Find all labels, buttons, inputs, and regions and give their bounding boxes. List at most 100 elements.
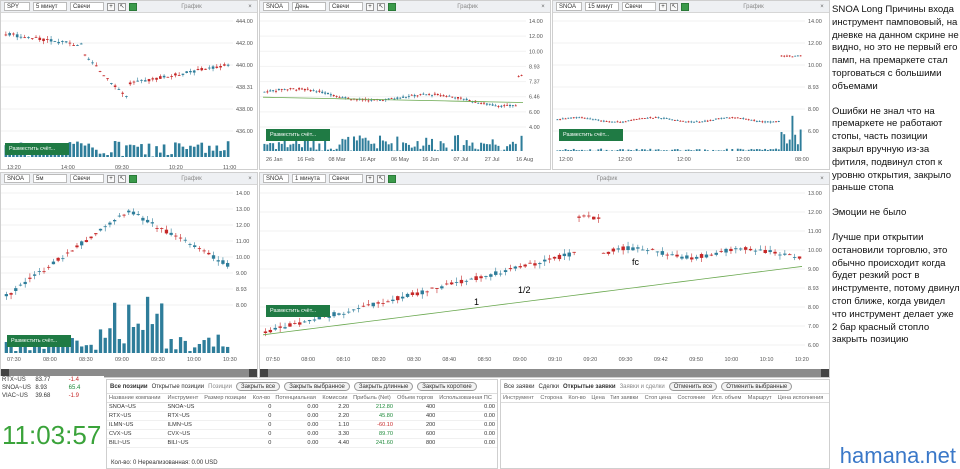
volume-bar xyxy=(295,140,298,151)
column-header[interactable]: Название компании xyxy=(107,394,166,403)
chart-type-select[interactable]: Свечи xyxy=(329,2,363,11)
notes-emotions: Эмоции не было xyxy=(832,207,907,219)
crosshair-icon[interactable]: + xyxy=(659,2,667,11)
column-header[interactable]: Состояние xyxy=(675,394,710,403)
close-icon[interactable]: × xyxy=(539,3,547,11)
draw-tool-icon[interactable] xyxy=(129,2,137,11)
position-row[interactable]: RTX~US RTX~US 0 0.00 2.20 45.80 400 0.00 xyxy=(107,411,497,421)
m1-chart-canvas[interactable]: 13.00 12.00 11.00 10.00 9.00 8.93 8.00 7.00 6.00… xyxy=(260,185,830,378)
tab-positions[interactable]: Позиции xyxy=(208,384,232,390)
candle-body xyxy=(583,117,586,119)
column-header[interactable]: Цена xyxy=(589,394,609,403)
column-header[interactable]: Тип заявки xyxy=(608,394,643,403)
column-header[interactable]: Размер позиции xyxy=(202,394,251,403)
chart-type-select[interactable]: Свечи xyxy=(70,2,104,11)
position-row[interactable]: CVX~US CVX~US 0 0.00 3.30 89.70 600 0.00 xyxy=(107,429,497,439)
candle-body xyxy=(624,121,627,123)
symbol-field[interactable]: SNOA xyxy=(263,174,289,183)
candle-body xyxy=(268,329,273,333)
cancel-selected-button[interactable]: Отменить выбранные xyxy=(721,382,793,391)
candle-body xyxy=(503,270,508,273)
draw-tool-icon[interactable] xyxy=(681,2,689,11)
tab-open-positions[interactable]: Открытые позиции xyxy=(152,384,205,390)
crosshair-icon[interactable]: + xyxy=(107,174,115,183)
crosshair-icon[interactable]: + xyxy=(107,2,115,11)
symbol-field[interactable]: SNOA xyxy=(263,2,289,11)
tab-all-orders[interactable]: Все заявки xyxy=(504,384,535,390)
volume-bar xyxy=(162,144,166,157)
cursor-icon[interactable]: ↖ xyxy=(118,174,126,183)
position-row[interactable]: BILI~US BILI~US 0 0.00 4.40 241.60 800 0.00 xyxy=(107,438,497,448)
m15-chart-canvas[interactable]: 14.00 12.00 10.00 8.93 8.00 6.00 12:00 12:00 12:… xyxy=(553,13,830,170)
daily-chart-canvas[interactable]: 14.00 12.00 10.00 8.93 7.37 6.46 6.00 4.00 26 Ja… xyxy=(260,13,551,170)
draw-tool-icon[interactable] xyxy=(129,174,137,183)
column-header[interactable]: Потенциальная xyxy=(273,394,321,403)
tab-open-orders[interactable]: Открытые заявки xyxy=(563,384,616,390)
column-header[interactable]: Комиссии xyxy=(320,394,352,403)
watchlist-row[interactable]: RTX~US 83.77 -1.4 xyxy=(0,376,104,384)
candle-body xyxy=(680,256,684,259)
close-long-button[interactable]: Закрыть длинные xyxy=(353,382,414,391)
trade-button[interactable]: Разместить счёт... xyxy=(266,129,330,141)
chart-type-select[interactable]: Свечи xyxy=(70,174,104,183)
trade-button[interactable]: Разместить счёт... xyxy=(7,335,71,347)
position-cell xyxy=(202,411,251,421)
column-header[interactable]: Прибыль (Net) xyxy=(351,394,395,403)
cursor-icon[interactable]: ↖ xyxy=(118,2,126,11)
close-icon[interactable]: × xyxy=(246,3,254,11)
trade-button[interactable]: Разместить счёт... xyxy=(559,129,623,141)
column-header[interactable]: Инструмент xyxy=(501,394,539,403)
draw-tool-icon[interactable] xyxy=(388,174,396,183)
interval-select[interactable]: 1 минута xyxy=(292,174,326,183)
interval-select[interactable]: 15 минут xyxy=(585,2,619,11)
tab-all-positions[interactable]: Все позиции xyxy=(110,384,148,390)
draw-tool-icon[interactable] xyxy=(388,2,396,11)
tab-orders-trades[interactable]: Заявки и сделки xyxy=(620,384,665,390)
interval-select[interactable]: День xyxy=(292,2,326,11)
volume-bar xyxy=(799,129,802,151)
watchlist-row[interactable]: VIAC~US 39.68 -1.9 xyxy=(0,392,104,400)
tab-trades[interactable]: Сделки xyxy=(539,384,559,390)
price-tick-label: 14.00 xyxy=(529,19,543,25)
close-icon[interactable]: × xyxy=(818,3,826,11)
symbol-field[interactable]: SNOA xyxy=(556,2,582,11)
chart-type-select[interactable]: Свечи xyxy=(622,2,656,11)
cancel-all-button[interactable]: Отменить все xyxy=(668,382,718,391)
interval-select[interactable]: 5м xyxy=(33,174,67,183)
column-header[interactable]: Использованная ПС xyxy=(437,394,497,403)
candle-body xyxy=(570,117,572,119)
cursor-icon[interactable]: ↖ xyxy=(670,2,678,11)
candle-body xyxy=(613,121,616,123)
close-selected-button[interactable]: Закрыть выбранное xyxy=(284,382,350,391)
trade-button[interactable]: Разместить счёт... xyxy=(5,143,69,155)
column-header[interactable]: Исп. объем xyxy=(709,394,746,403)
crosshair-icon[interactable]: + xyxy=(366,2,374,11)
watchlist-row[interactable]: SNOA~US 8.93 65.4 xyxy=(0,384,104,392)
column-header[interactable]: Кол-во xyxy=(566,394,590,403)
close-short-button[interactable]: Закрыть короткие xyxy=(417,382,477,391)
cursor-icon[interactable]: ↖ xyxy=(377,2,385,11)
column-header[interactable]: Маршрут xyxy=(745,394,776,403)
close-all-button[interactable]: Закрыть все xyxy=(235,382,281,391)
trade-button[interactable]: Разместить счёт... xyxy=(266,305,330,317)
close-icon[interactable]: × xyxy=(246,175,254,183)
volume-bar xyxy=(731,149,734,151)
column-header[interactable]: Кол-во xyxy=(250,394,274,403)
column-header[interactable]: Стоп цена xyxy=(642,394,676,403)
chart-scrollbar[interactable] xyxy=(260,369,829,377)
crosshair-icon[interactable]: + xyxy=(366,174,374,183)
cursor-icon[interactable]: ↖ xyxy=(377,174,385,183)
m5-chart-canvas[interactable]: 14.00 13.00 12.00 11.00 10.00 9.00 8.93 8.00 07:… xyxy=(1,185,258,378)
interval-select[interactable]: 5 минут xyxy=(33,2,67,11)
chart-panel-5m: SNOA 5м Свечи + ↖ График × 14.00 13.00 12.… xyxy=(0,172,258,378)
symbol-field[interactable]: SNOA xyxy=(4,174,30,183)
close-icon[interactable]: × xyxy=(818,175,826,183)
column-header[interactable]: Цена исполнения xyxy=(775,394,829,403)
column-header[interactable]: Объем торгов xyxy=(395,394,438,403)
column-header[interactable]: Сторона xyxy=(538,394,567,403)
position-row[interactable]: SNOA~US SNOA~US 0 0.00 2.20 212.80 400 0.00 xyxy=(107,402,497,412)
symbol-field[interactable]: SPY xyxy=(4,2,30,11)
position-row[interactable]: ILMN~US ILMN~US 0 0.00 1.10 -60.10 200 0.00 xyxy=(107,420,497,430)
column-header[interactable]: Инструмент xyxy=(165,394,203,403)
chart-type-select[interactable]: Свечи xyxy=(329,174,363,183)
